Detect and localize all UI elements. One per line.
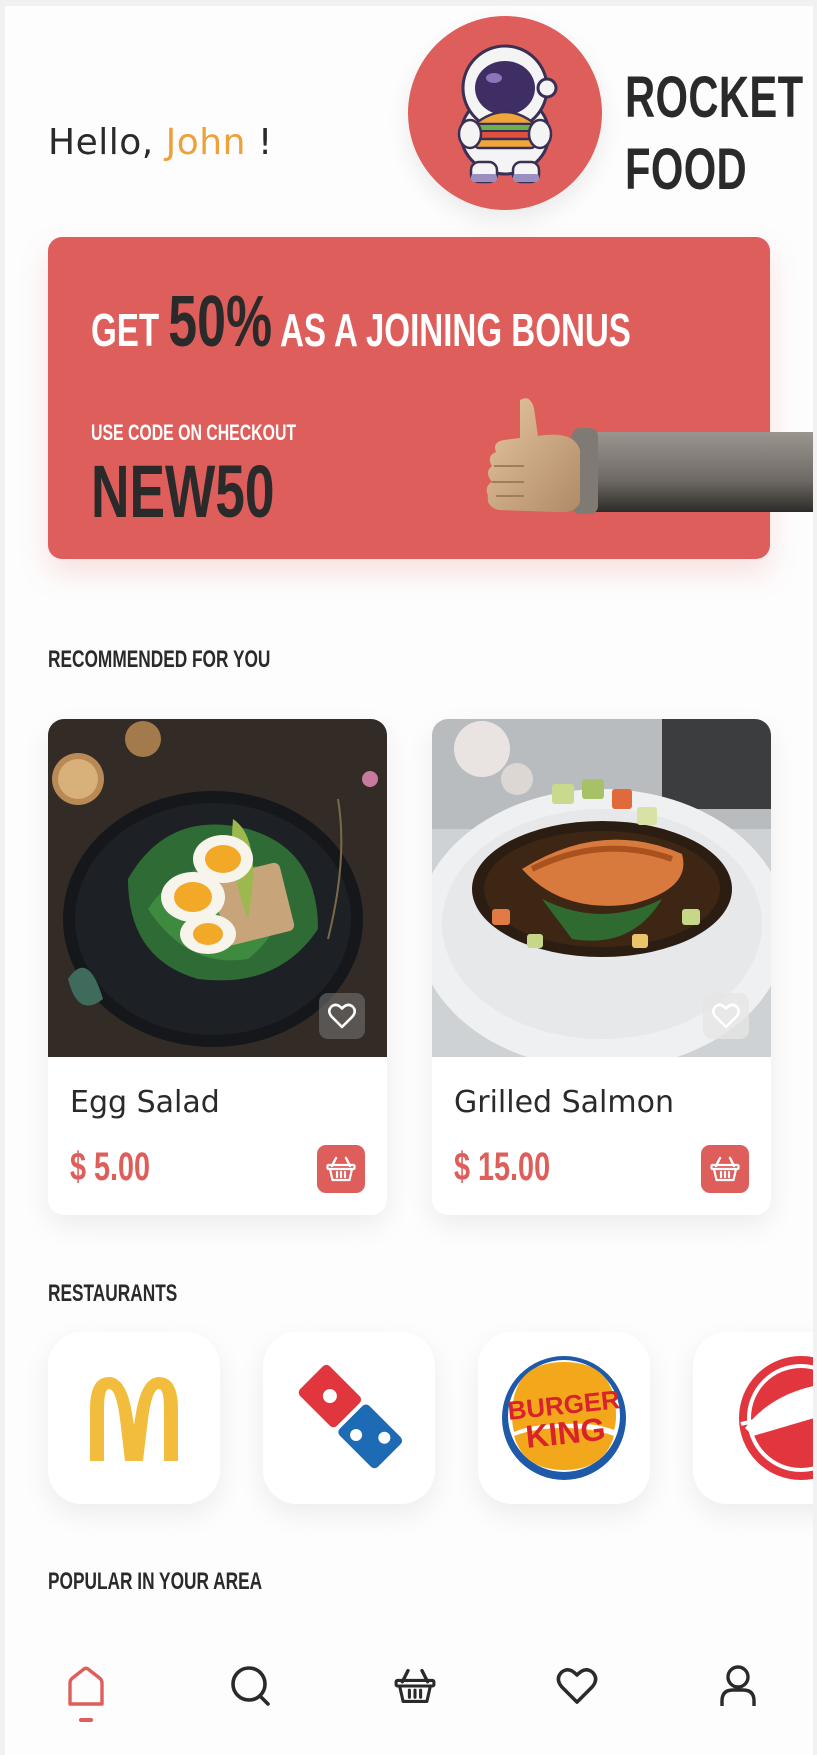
greeting: Hello, John ! bbox=[48, 122, 273, 163]
burger-king-logo: BURGER KING bbox=[502, 1356, 626, 1480]
brand-line2: FOOD bbox=[625, 137, 748, 202]
add-to-cart-button[interactable] bbox=[701, 1145, 749, 1193]
promo-code: NEW50 bbox=[91, 450, 275, 533]
brand-line1: ROCKET bbox=[625, 65, 804, 130]
basket-icon bbox=[394, 1668, 436, 1703]
promo-percent: 50% bbox=[168, 282, 273, 362]
mcdonalds-logo bbox=[90, 1377, 178, 1461]
add-to-cart-button[interactable] bbox=[317, 1145, 365, 1193]
nav-home[interactable] bbox=[58, 1658, 114, 1714]
heart-icon bbox=[712, 1003, 740, 1029]
restaurant-card-pizza-hut[interactable] bbox=[693, 1332, 813, 1504]
food-price: $ 5.00 bbox=[70, 1145, 151, 1189]
nav-basket[interactable] bbox=[387, 1658, 443, 1714]
favorite-button[interactable] bbox=[319, 993, 365, 1039]
active-indicator bbox=[79, 1718, 93, 1722]
section-title-recommended: RECOMMENDED FOR YOU bbox=[48, 646, 271, 673]
thumbs-up-illustration bbox=[486, 398, 813, 514]
food-name: Egg Salad bbox=[70, 1085, 220, 1120]
brand-name: ROCKET FOOD bbox=[625, 62, 803, 206]
astronaut-logo bbox=[408, 16, 602, 210]
promo-headline: GET 50% AS A JOINING BONUS bbox=[91, 281, 631, 363]
section-title-restaurants: RESTAURANTS bbox=[48, 1280, 178, 1307]
nav-profile[interactable] bbox=[710, 1658, 766, 1714]
heart-icon bbox=[556, 1668, 598, 1704]
restaurant-card-burger-king[interactable]: BURGER KING bbox=[478, 1332, 650, 1504]
nav-favorites[interactable] bbox=[549, 1658, 605, 1714]
dominos-logo bbox=[293, 1360, 407, 1474]
promo-subtext: USE CODE ON CHECKOUT bbox=[91, 420, 297, 445]
promo-headline-start: GET bbox=[91, 304, 169, 356]
nav-search[interactable] bbox=[223, 1658, 279, 1714]
section-title-popular: POPULAR IN YOUR AREA bbox=[48, 1568, 263, 1595]
pizza-hut-logo bbox=[739, 1356, 813, 1480]
promo-banner[interactable]: GET 50% AS A JOINING BONUS USE CODE ON C… bbox=[48, 237, 813, 559]
home-icon bbox=[68, 1666, 104, 1706]
search-icon bbox=[231, 1666, 270, 1706]
app-screen: Hello, John ! ROCKET FOOD GET 50% AS A J… bbox=[5, 6, 813, 1755]
food-name: Grilled Salmon bbox=[454, 1085, 674, 1120]
food-card[interactable]: Egg Salad $ 5.00 bbox=[48, 719, 387, 1215]
promo-headline-end: AS A JOINING BONUS bbox=[272, 304, 631, 356]
profile-icon bbox=[720, 1665, 756, 1706]
greeting-prefix: Hello, bbox=[48, 122, 166, 163]
user-name: John bbox=[165, 122, 246, 163]
restaurant-card-dominos[interactable] bbox=[263, 1332, 435, 1504]
basket-icon bbox=[326, 1156, 356, 1182]
heart-icon bbox=[328, 1003, 356, 1029]
favorite-button[interactable] bbox=[703, 993, 749, 1039]
restaurant-card-mcdonalds[interactable] bbox=[48, 1332, 220, 1504]
greeting-suffix: ! bbox=[245, 122, 273, 163]
food-card[interactable]: Grilled Salmon $ 15.00 bbox=[432, 719, 771, 1215]
food-price: $ 15.00 bbox=[454, 1145, 551, 1189]
basket-icon bbox=[710, 1156, 740, 1182]
bottom-navigation bbox=[5, 1626, 813, 1755]
